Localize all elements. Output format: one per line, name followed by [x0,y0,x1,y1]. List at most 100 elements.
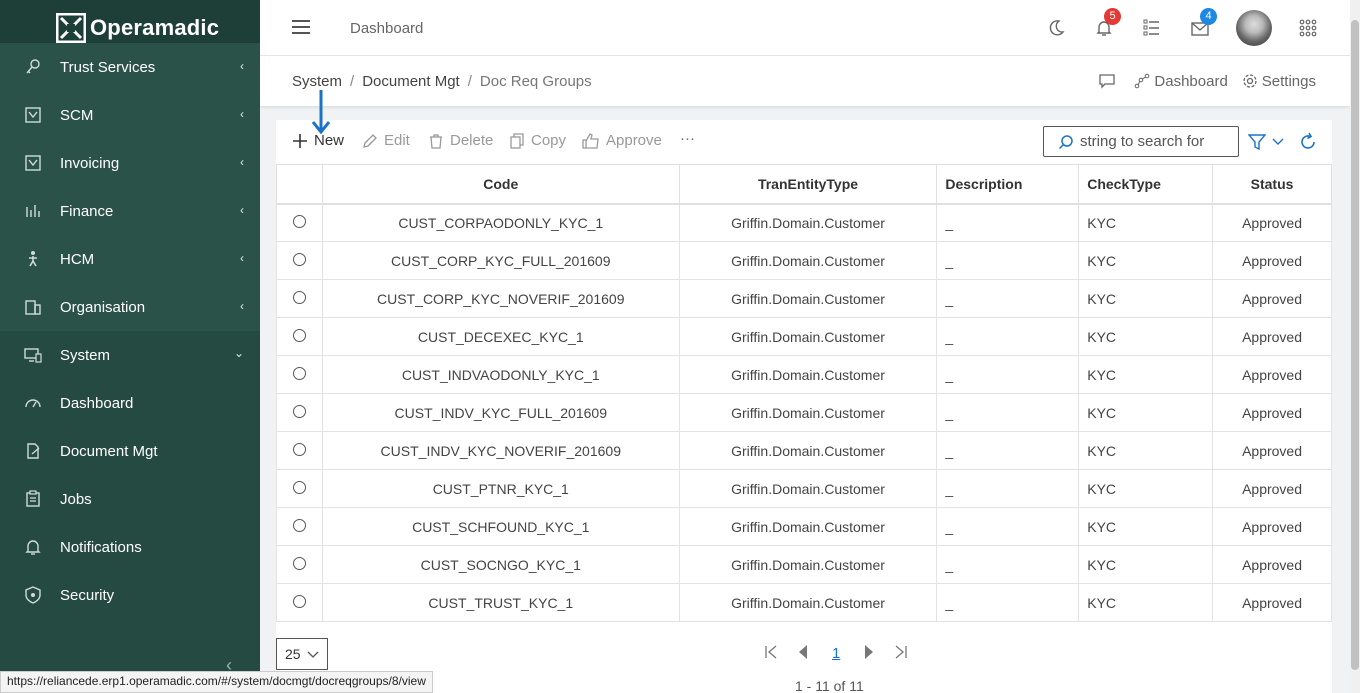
dark-mode-icon[interactable] [1044,10,1068,46]
tranentitytype-cell: Griffin.Domain.Customer [678,469,938,508]
sidebar-item-system[interactable]: System ⌄ [0,331,260,379]
store-icon [24,106,42,124]
app-name: Operamadic [90,15,220,40]
avatar[interactable] [1236,10,1272,46]
breadcrumb-item-document-mgt[interactable]: Document Mgt [362,73,460,90]
checktype-cell: KYC [1078,469,1214,508]
table-row[interactable]: CUST_CORP_KYC_FULL_201609 Griffin.Domain.… [276,241,1332,280]
first-page-icon[interactable] [764,645,778,662]
description-cell: _ [936,393,1080,432]
table-row[interactable]: CUST_PTNR_KYC_1 Griffin.Domain.Customer _ K… [276,469,1332,508]
sidebar-item-trust-services[interactable]: Trust Services ‹ [0,43,260,91]
notifications-bell-icon[interactable]: 5 [1092,8,1121,46]
table-row[interactable]: CUST_INDVAODONLY_KYC_1 Griffin.Domain.Cus… [276,355,1332,394]
search-placeholder: string to search for [1080,133,1205,150]
row-select-cell [276,469,323,508]
row-select-radio[interactable] [292,214,306,228]
page-size-select[interactable]: 25 [276,638,328,670]
delete-button[interactable]: Delete [428,132,493,149]
key-icon [24,58,42,76]
row-select-radio[interactable] [292,404,306,418]
search-input[interactable]: string to search for [1043,126,1239,157]
copy-button[interactable]: Copy [509,132,566,149]
sidebar-item-label: Organisation [60,298,146,316]
row-select-radio[interactable] [292,556,306,570]
approve-button[interactable]: Approve [582,132,662,149]
clipboard-icon [24,490,42,508]
sidebar-item-dashboard[interactable]: Dashboard [0,379,260,427]
description-cell: _ [936,583,1080,622]
status-cell: Approved [1212,317,1332,356]
apps-grid-icon[interactable] [1296,10,1320,46]
status-cell: Approved [1212,355,1332,394]
sidebar-item-label: Jobs [60,490,92,508]
current-page[interactable]: 1 [832,645,840,662]
dashboard-link-label: Dashboard [1154,72,1228,90]
settings-link-label: Settings [1261,72,1316,90]
filter-button[interactable] [1248,133,1284,151]
more-actions-button[interactable]: ··· [680,130,695,147]
sidebar-item-security[interactable]: Security [0,571,260,619]
status-cell: Approved [1212,393,1332,432]
row-select-radio[interactable] [292,594,306,608]
row-select-radio[interactable] [292,290,306,304]
table-row[interactable]: CUST_SCHFOUND_KYC_1 Griffin.Domain.Custom… [276,507,1332,546]
checktype-cell: KYC [1078,317,1214,356]
task-list-icon[interactable] [1140,10,1164,46]
sidebar-item-organisation[interactable]: Organisation ‹ [0,283,260,331]
prev-page-icon[interactable] [798,644,808,663]
column-header-description[interactable]: Description [936,164,1080,205]
sidebar-item-jobs[interactable]: Jobs [0,475,260,523]
sidebar-item-finance[interactable]: Finance ‹ [0,187,260,235]
last-page-icon[interactable] [894,645,908,662]
messages-icon[interactable]: 4 [1188,8,1217,46]
sidebar-item-invoicing[interactable]: Invoicing ‹ [0,139,260,187]
breadcrumb-actions: Dashboard Settings [1084,72,1316,90]
row-select-cell [276,203,323,242]
row-select-radio[interactable] [292,328,306,342]
sidebar-item-hcm[interactable]: HCM ‹ [0,235,260,283]
code-cell: CUST_CORP_KYC_FULL_201609 [321,241,680,280]
sidebar-item-label: Security [60,586,115,604]
sidebar-item-label: Trust Services [60,58,156,76]
tranentitytype-cell: Griffin.Domain.Customer [678,317,938,356]
refresh-icon[interactable] [1298,132,1318,155]
table-row[interactable]: CUST_INDV_KYC_FULL_201609 Griffin.Domain.… [276,393,1332,432]
arrow-down-annotation-icon [311,90,331,135]
table-row[interactable]: CUST_DECEXEC_KYC_1 Griffin.Domain.Custome… [276,317,1332,356]
checktype-cell: KYC [1078,545,1214,584]
sidebar-item-scm[interactable]: SCM ‹ [0,91,260,139]
column-header-tranentitytype[interactable]: TranEntityType [678,164,938,205]
status-bar-url: https://reliancede.erp1.operamadic.com/#… [0,671,433,693]
description-cell: _ [936,507,1080,546]
table-row[interactable]: CUST_CORPAODONLY_KYC_1 Griffin.Domain.Cus… [276,203,1332,242]
chart-icon [24,202,42,220]
settings-link[interactable]: Settings [1242,73,1316,90]
checktype-cell: KYC [1078,241,1214,280]
sidebar-item-label: HCM [60,250,95,268]
column-header-checktype[interactable]: CheckType [1078,164,1214,205]
description-cell: _ [936,545,1080,584]
next-page-icon[interactable] [864,644,874,663]
row-select-radio[interactable] [292,366,306,380]
description-cell: _ [936,203,1080,242]
comment-icon[interactable] [1098,72,1120,90]
table-row[interactable]: CUST_TRUST_KYC_1 Griffin.Domain.Customer _… [276,583,1332,622]
row-select-radio[interactable] [292,252,306,266]
column-header-code[interactable]: Code [321,164,680,205]
page-scrollbar[interactable] [1350,0,1360,693]
building-icon [24,298,42,316]
table-row[interactable]: CUST_SOCNGO_KYC_1 Griffin.Domain.Customer… [276,545,1332,584]
row-select-radio[interactable] [292,518,306,532]
sidebar-item-notifications[interactable]: Notifications [0,523,260,571]
column-header-status[interactable]: Status [1212,164,1332,205]
menu-icon[interactable] [292,20,310,34]
table-row[interactable]: CUST_CORP_KYC_NOVERIF_201609 Griffin.Doma… [276,279,1332,318]
edit-button[interactable]: Edit [362,132,410,149]
sidebar-item-document-mgt[interactable]: Document Mgt [0,427,260,475]
row-select-radio[interactable] [292,480,306,494]
table-row[interactable]: CUST_INDV_KYC_NOVERIF_201609 Griffin.Doma… [276,431,1332,470]
tranentitytype-cell: Griffin.Domain.Customer [678,241,938,280]
row-select-radio[interactable] [292,442,306,456]
dashboard-link[interactable]: Dashboard [1134,72,1228,90]
